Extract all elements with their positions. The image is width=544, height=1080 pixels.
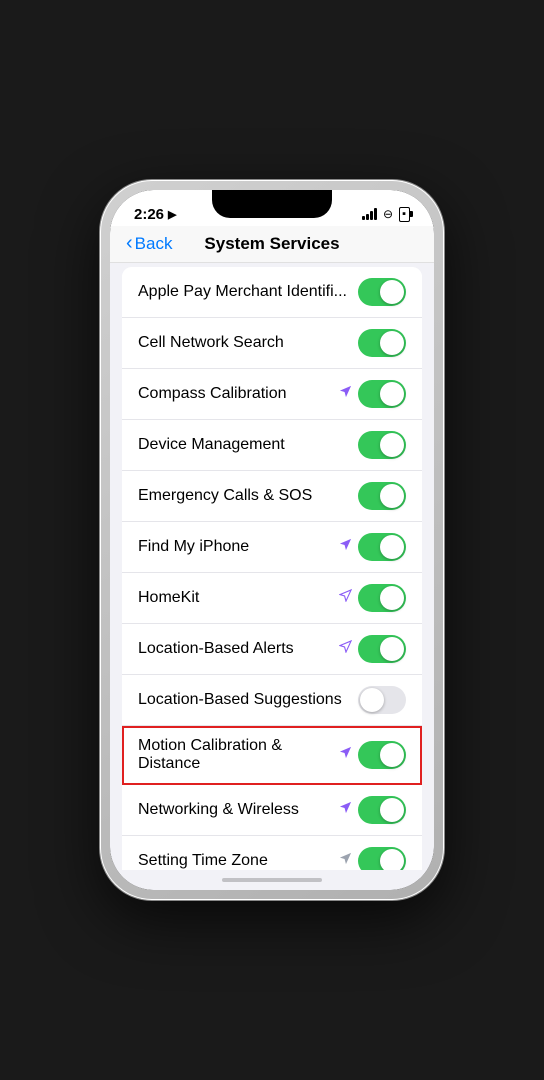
toggle-switch[interactable] [358,635,406,663]
list-row[interactable]: Apple Pay Merchant Identifi... [122,267,422,318]
location-icon [339,589,352,607]
toggle-switch[interactable] [358,796,406,824]
list-row[interactable]: Networking & Wireless [122,785,422,836]
list-row[interactable]: Location-Based Suggestions [122,675,422,726]
row-right [339,796,406,824]
row-right [339,380,406,408]
list-row[interactable]: Location-Based Alerts [122,624,422,675]
row-right [358,431,406,459]
toggle-switch[interactable] [358,847,406,870]
toggle-switch[interactable] [358,533,406,561]
wifi-icon: ⊖ [383,207,393,221]
toggle-switch[interactable] [358,431,406,459]
list-row[interactable]: Cell Network Search [122,318,422,369]
status-icons: ⊖ ▪ [362,207,410,222]
nav-bar: ‹ Back System Services [110,226,434,263]
row-right [358,482,406,510]
row-label: Networking & Wireless [138,801,339,819]
toggle-switch[interactable] [358,278,406,306]
row-right [339,533,406,561]
list-row[interactable]: Find My iPhone [122,522,422,573]
list-row[interactable]: Emergency Calls & SOS [122,471,422,522]
list-row[interactable]: HomeKit [122,573,422,624]
toggle-switch[interactable] [358,329,406,357]
back-label: Back [135,234,173,254]
row-right [358,329,406,357]
row-label: Apple Pay Merchant Identifi... [138,283,358,301]
location-icon [339,640,352,658]
row-right [358,278,406,306]
toggle-switch[interactable] [358,482,406,510]
row-label: Setting Time Zone [138,852,339,870]
row-label: Emergency Calls & SOS [138,487,358,505]
toggle-switch[interactable] [358,584,406,612]
location-icon [339,385,352,403]
highlighted-list-row[interactable]: Motion Calibration & Distance [122,726,422,785]
list-row[interactable]: Compass Calibration [122,369,422,420]
row-right [339,847,406,870]
location-icon [339,801,352,819]
row-label: Device Management [138,436,358,454]
row-right [339,741,406,769]
phone-frame: 2:26 ▶ ⊖ ▪ [100,180,444,900]
signal-icon [362,208,377,220]
notch [212,190,332,218]
row-label: Location-Based Alerts [138,640,339,658]
time-display: 2:26 [134,206,164,223]
status-time: 2:26 ▶ [134,206,177,223]
row-label: Compass Calibration [138,385,339,403]
row-right [358,686,406,714]
back-chevron-icon: ‹ [126,232,133,255]
toggle-switch[interactable] [358,741,406,769]
battery-icon: ▪ [399,207,410,222]
row-label: Cell Network Search [138,334,358,352]
list-row[interactable]: Device Management [122,420,422,471]
row-label: Find My iPhone [138,538,339,556]
nav-title: System Services [204,234,339,254]
row-label: Location-Based Suggestions [138,691,358,709]
row-right [339,584,406,612]
back-button[interactable]: ‹ Back [126,233,172,255]
location-icon [339,746,352,764]
location-icon [339,852,352,870]
toggle-switch[interactable] [358,686,406,714]
row-right [339,635,406,663]
toggle-switch[interactable] [358,380,406,408]
row-label: HomeKit [138,589,339,607]
home-bar [222,878,322,882]
home-indicator [110,870,434,890]
list-row[interactable]: Setting Time Zone [122,836,422,870]
row-label: Motion Calibration & Distance [138,737,339,773]
content-area[interactable]: Apple Pay Merchant Identifi... Cell Netwo… [110,263,434,870]
location-icon [339,538,352,556]
